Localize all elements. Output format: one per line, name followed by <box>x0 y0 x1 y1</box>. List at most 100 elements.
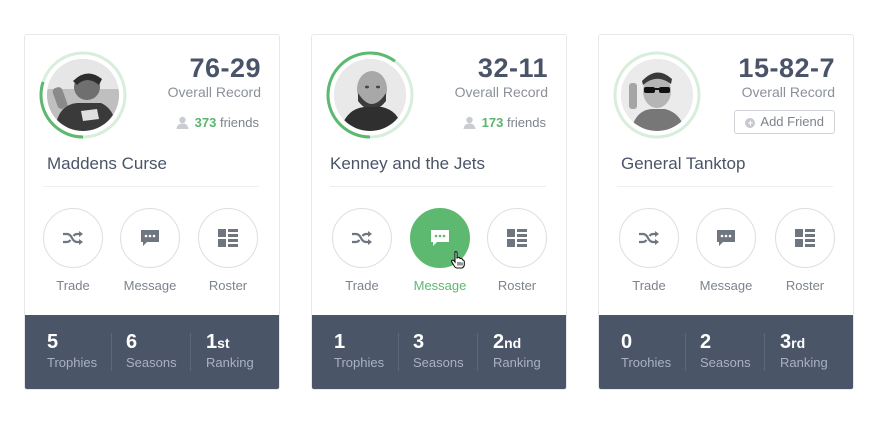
trade-button[interactable] <box>619 208 679 268</box>
stat-seasons: 2 Seasons <box>700 315 779 389</box>
stat-ranking: 3rd Ranking <box>780 315 853 389</box>
overall-record-label: Overall Record <box>454 84 548 100</box>
team-card-kenney-and-the-jets: 32-11 Overall Record 173 friends Kenney … <box>311 34 567 390</box>
stat-value: 2 <box>700 331 712 353</box>
team-name: Maddens Curse <box>47 154 168 173</box>
message-button[interactable] <box>696 208 756 268</box>
person-icon <box>463 116 476 132</box>
roster-action[interactable]: Roster <box>487 208 547 293</box>
friends-count[interactable]: 373 friends <box>176 115 259 132</box>
divider <box>43 186 259 187</box>
stat-value: 1 <box>206 331 218 353</box>
stat-value: 1 <box>334 331 346 353</box>
stat-label: Trophies <box>47 355 98 370</box>
shuffle-icon <box>639 231 659 245</box>
stat-value: 2 <box>493 331 505 353</box>
trade-button[interactable] <box>43 208 103 268</box>
stat-label: Trophies <box>334 355 385 370</box>
avatar[interactable] <box>47 59 119 131</box>
avatar-ring <box>326 51 414 139</box>
roster-label: Roster <box>785 278 825 293</box>
overall-record-label: Overall Record <box>741 84 835 100</box>
stats-bar: 0 Troohies 2 Seasons 3rd Ranking <box>599 315 853 389</box>
divider <box>330 186 546 187</box>
stat-seasons: 3 Seasons <box>413 315 492 389</box>
overall-record-value: 15-82-7 <box>738 53 835 83</box>
stat-label: Seasons <box>700 355 751 370</box>
stat-separator <box>190 333 191 371</box>
stat-label: Ranking <box>780 355 828 370</box>
trade-button[interactable] <box>332 208 392 268</box>
team-name: General Tanktop <box>621 154 746 173</box>
user-photo <box>334 59 406 131</box>
stat-value: 3 <box>780 331 792 353</box>
stat-suffix: st <box>217 335 230 351</box>
chat-icon <box>141 229 159 246</box>
stat-separator <box>477 333 478 371</box>
divider <box>617 186 833 187</box>
person-icon <box>176 116 189 132</box>
friends-count[interactable]: 173 friends <box>463 115 546 132</box>
shuffle-icon <box>63 231 83 245</box>
roster-label: Roster <box>497 278 537 293</box>
stat-label: Ranking <box>493 355 541 370</box>
stat-separator <box>398 333 399 371</box>
stat-value: 5 <box>47 331 59 353</box>
hand-cursor-icon <box>451 251 465 274</box>
stat-trophies: 1 Trophies <box>334 315 413 389</box>
message-action[interactable]: Message <box>120 208 180 293</box>
stat-label: Seasons <box>126 355 177 370</box>
friends-number: 373 <box>194 115 217 130</box>
roster-action[interactable]: Roster <box>775 208 835 293</box>
stats-bar: 1 Trophies 3 Seasons 2nd Ranking <box>312 315 566 389</box>
stat-seasons: 6 Seasons <box>126 315 205 389</box>
record-block: 32-11 Overall Record <box>455 53 548 101</box>
friends-label: friends <box>219 115 259 130</box>
avatar-ring <box>613 51 701 139</box>
shuffle-icon <box>352 231 372 245</box>
stat-suffix: nd <box>504 335 522 351</box>
roster-button[interactable] <box>198 208 258 268</box>
user-photo <box>621 59 693 131</box>
stat-ranking: 1st Ranking <box>206 315 279 389</box>
stats-bar: 5 Trophies 6 Seasons 1st Ranking <box>25 315 279 389</box>
add-friend-label: Add Friend <box>760 114 824 129</box>
trade-action[interactable]: Trade <box>43 208 103 293</box>
team-card-maddens-curse: 76-29 Overall Record 373 friends Maddens… <box>24 34 280 390</box>
avatar[interactable] <box>334 59 406 131</box>
avatar[interactable] <box>621 59 693 131</box>
message-button[interactable] <box>120 208 180 268</box>
roster-button[interactable] <box>775 208 835 268</box>
stat-separator <box>111 333 112 371</box>
chat-icon <box>717 229 735 246</box>
stat-value: 6 <box>126 331 138 353</box>
trade-action[interactable]: Trade <box>619 208 679 293</box>
roster-button[interactable] <box>487 208 547 268</box>
overall-record-value: 76-29 <box>189 53 261 83</box>
stat-label: Seasons <box>413 355 464 370</box>
avatar-ring <box>39 51 127 139</box>
friends-number: 173 <box>481 115 504 130</box>
add-friend-button[interactable]: + Add Friend <box>734 110 835 134</box>
team-name: Kenney and the Jets <box>330 154 486 173</box>
roster-action[interactable]: Roster <box>198 208 258 293</box>
list-icon <box>218 229 238 247</box>
overall-record-value: 32-11 <box>477 53 548 83</box>
stat-value: 0 <box>621 331 633 353</box>
stat-label: Troohies <box>621 355 672 370</box>
record-block: 15-82-7 Overall Record <box>738 53 835 101</box>
stat-suffix: rd <box>791 335 806 351</box>
stat-value: 3 <box>413 331 425 353</box>
message-action[interactable]: Message <box>696 208 756 293</box>
user-photo <box>47 59 119 131</box>
stat-trophies: 5 Trophies <box>47 315 126 389</box>
stat-ranking: 2nd Ranking <box>493 315 566 389</box>
trade-action[interactable]: Trade <box>332 208 392 293</box>
stat-label: Ranking <box>206 355 254 370</box>
list-icon <box>507 229 527 247</box>
roster-label: Roster <box>208 278 248 293</box>
plus-icon: + <box>745 118 756 128</box>
stat-separator <box>764 333 765 371</box>
team-card-general-tanktop: 15-82-7 Overall Record + Add Friend Gener… <box>598 34 854 390</box>
friends-label: friends <box>506 115 546 130</box>
